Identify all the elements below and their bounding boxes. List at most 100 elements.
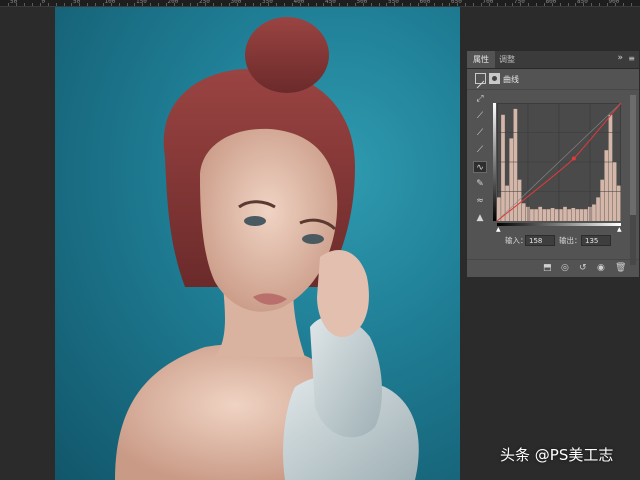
ruler-tick (362, 3, 364, 6)
ruler-tick (55, 3, 57, 6)
histogram-bar (521, 203, 526, 221)
ruler-tick (79, 3, 80, 6)
ruler-tick (354, 3, 356, 6)
ruler-tick (606, 3, 608, 6)
properties-panel: 属性 调整 » ≡ 曲线 ⤢ ⟋ ⟋ ⟋ ∿ ✎ ≈ ▲ ▲ ▲ 输入： 158 输出： 13… (466, 50, 640, 278)
clip-to-layer-icon[interactable]: ⬒ (543, 263, 552, 273)
ruler-tick (567, 3, 569, 6)
panel-footer: ⬒ ◎ ↺ ◉ 🗑 (467, 259, 639, 277)
ruler-tick (512, 3, 513, 6)
histogram-bar (554, 209, 559, 221)
ruler-tick (126, 3, 128, 6)
ruler-tick (260, 3, 261, 6)
ruler-tick (284, 3, 285, 6)
ruler-tick (47, 3, 49, 6)
histogram-bar (517, 179, 522, 221)
output-value-field[interactable]: 135 (581, 235, 611, 246)
layer-mask-icon[interactable] (489, 73, 500, 84)
histogram-bar (583, 209, 588, 221)
watermark-text: 头条 @PS美工志 (500, 446, 614, 464)
tab-adjustments[interactable]: 调整 (493, 51, 521, 68)
histogram-bar (559, 209, 563, 221)
ruler-tick (536, 3, 537, 6)
input-gradient-bar (497, 223, 621, 226)
clipping-warning-icon[interactable]: ▲ (473, 212, 487, 224)
histogram-bar (600, 179, 605, 221)
ruler-tick (410, 3, 411, 6)
ruler-tick (8, 3, 9, 6)
target-adjust-icon[interactable]: ⤢ (473, 93, 487, 105)
histogram-bar (538, 206, 543, 221)
hair-bun-shape (245, 17, 329, 93)
adjustment-type-label: 曲线 (503, 75, 519, 84)
curve-control-point[interactable] (571, 156, 576, 161)
histogram-bar (497, 197, 501, 221)
eyedropper-gray-icon[interactable]: ⟋ (473, 127, 487, 139)
eyedropper-white-icon[interactable]: ⟋ (473, 144, 487, 156)
ruler-tick (347, 3, 348, 6)
ruler-tick (449, 3, 450, 6)
ruler-tick (244, 3, 246, 6)
adjustment-type-row: 曲线 (467, 69, 639, 90)
visibility-eye-icon[interactable]: ◉ (597, 263, 605, 273)
scrollbar-thumb[interactable] (630, 95, 636, 215)
document-canvas[interactable] (55, 7, 460, 480)
smooth-icon[interactable]: ≈ (473, 195, 487, 207)
histogram-bar (563, 206, 567, 221)
ruler-tick (614, 3, 616, 6)
ruler-tick (528, 3, 529, 6)
panel-menu-icon[interactable]: ≡ (628, 54, 635, 64)
panel-scrollbar[interactable] (630, 95, 636, 265)
ruler-tick (402, 3, 403, 6)
trash-icon[interactable]: 🗑 (615, 263, 626, 273)
ruler-tick (102, 3, 104, 6)
ruler-tick (465, 3, 466, 6)
ruler-tick (370, 3, 372, 6)
ruler-tick (417, 3, 419, 6)
ruler-tick (32, 3, 33, 6)
histogram-bar (604, 150, 609, 221)
black-point-slider[interactable]: ▲ (496, 226, 501, 233)
ruler-tick (276, 3, 277, 6)
ruler-tick (504, 3, 506, 6)
ruler-tick (599, 3, 600, 6)
horizontal-ruler: 5005010015020025030035040045050055060065… (0, 0, 640, 7)
reset-icon[interactable]: ↺ (579, 263, 587, 273)
portrait-photo (115, 17, 419, 480)
histogram-bar (501, 114, 505, 221)
ruler-tick (16, 3, 17, 6)
ruler-tick (39, 3, 41, 6)
double-chevron-icon[interactable]: » (617, 53, 623, 63)
ruler-tick (95, 3, 96, 6)
ruler-tick (488, 3, 490, 6)
panel-tab-bar: 属性 调整 » ≡ (467, 51, 639, 69)
input-value-field[interactable]: 158 (525, 235, 555, 246)
ruler-tick (378, 3, 380, 6)
ruler-tick (150, 3, 151, 6)
ruler-tick (622, 3, 624, 6)
curve-points-icon[interactable]: ∿ (473, 161, 487, 173)
ruler-tick (394, 3, 395, 6)
ruler-tick (63, 3, 65, 6)
histogram-bar (513, 108, 518, 221)
ruler-tick (480, 3, 482, 6)
ruler-tick (630, 3, 632, 6)
output-gradient-bar (493, 103, 496, 221)
histogram-bar (546, 209, 551, 221)
white-point-slider[interactable]: ▲ (617, 226, 622, 233)
output-label: 输出： (559, 236, 582, 245)
ruler-tick (189, 3, 191, 6)
ruler-label: 0 (41, 0, 46, 5)
tab-properties[interactable]: 属性 (467, 51, 495, 68)
eyedropper-black-icon[interactable]: ⟋ (473, 110, 487, 122)
curves-graph[interactable] (497, 103, 621, 221)
ruler-tick (213, 3, 214, 6)
ruler-tick (142, 3, 143, 6)
view-previous-icon[interactable]: ◎ (561, 263, 569, 273)
pencil-icon[interactable]: ✎ (473, 178, 487, 190)
ruler-tick (315, 3, 317, 6)
ruler-tick (559, 3, 561, 6)
ruler-tick (110, 3, 112, 6)
histogram-bar (592, 204, 596, 221)
ruler-tick (197, 3, 198, 6)
